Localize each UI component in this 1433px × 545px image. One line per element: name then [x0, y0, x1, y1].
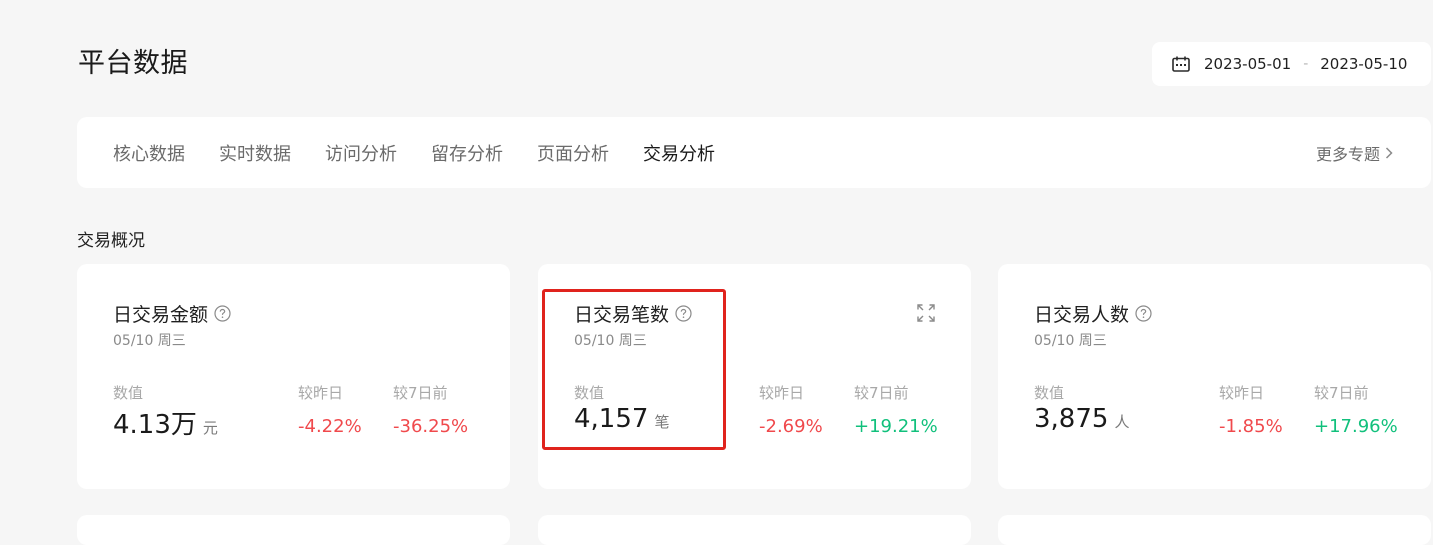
yesterday-change: -1.85% — [1219, 416, 1283, 437]
tab-page-analysis[interactable]: 页面分析 — [537, 140, 609, 166]
yesterday-change: -2.69% — [759, 416, 823, 437]
card-title: 日交易笔数 — [574, 300, 692, 327]
more-topics-label: 更多专题 — [1315, 144, 1380, 164]
card-title-text: 日交易人数 — [1034, 304, 1130, 326]
question-circle-icon[interactable] — [214, 305, 231, 322]
week-change: -36.25% — [393, 416, 469, 437]
week-label: 较7日前 — [854, 384, 909, 402]
metric-card-partial — [998, 515, 1431, 545]
metric-unit: 笔 — [654, 413, 670, 431]
card-title: 日交易金额 — [113, 300, 231, 327]
metric-number: 3,875 — [1034, 404, 1109, 434]
metric-number: 4,157 — [574, 404, 649, 434]
end-date[interactable]: 2023-05-10 — [1320, 55, 1407, 73]
section-title: 交易概况 — [77, 231, 145, 251]
value-label: 数值 — [1034, 384, 1065, 402]
tab-retention-analysis[interactable]: 留存分析 — [431, 140, 503, 166]
yesterday-label: 较昨日 — [759, 384, 805, 402]
date-separator: - — [1303, 56, 1309, 72]
more-topics-link[interactable]: 更多专题 — [1316, 117, 1393, 188]
chevron-right-icon — [1385, 146, 1393, 159]
metric-number: 4.13万 — [113, 410, 197, 440]
metric-card-partial — [538, 515, 971, 545]
value-label: 数值 — [574, 384, 605, 402]
yesterday-label: 较昨日 — [298, 384, 344, 402]
question-circle-icon[interactable] — [675, 305, 692, 322]
card-date: 05/10 周三 — [113, 333, 186, 349]
metric-unit: 元 — [202, 419, 218, 437]
page-title: 平台数据 — [78, 48, 188, 79]
tab-realtime-data[interactable]: 实时数据 — [219, 140, 291, 166]
metric-value: 4,157 笔 — [574, 404, 669, 434]
tab-visit-analysis[interactable]: 访问分析 — [325, 140, 397, 166]
calendar-icon — [1172, 56, 1190, 72]
week-label: 较7日前 — [1314, 384, 1369, 402]
question-circle-icon[interactable] — [1135, 305, 1152, 322]
metric-card-partial — [77, 515, 510, 545]
metric-card-daily-amount: 日交易金额 05/10 周三 数值 较昨日 较7日前 4.13万 元 -4.22… — [77, 264, 510, 489]
week-change: +17.96% — [1314, 416, 1398, 437]
week-label: 较7日前 — [393, 384, 448, 402]
value-label: 数值 — [113, 384, 144, 402]
tab-core-data[interactable]: 核心数据 — [113, 140, 185, 166]
tab-transaction-analysis[interactable]: 交易分析 — [643, 140, 715, 166]
card-title-text: 日交易金额 — [113, 304, 209, 326]
start-date[interactable]: 2023-05-01 — [1204, 55, 1291, 73]
metric-unit: 人 — [1114, 413, 1130, 431]
card-date: 05/10 周三 — [574, 333, 647, 349]
metric-value: 4.13万 元 — [113, 404, 218, 441]
metric-card-daily-count: 日交易笔数 05/10 周三 数值 较昨日 较7日前 4,157 笔 -2.69… — [538, 264, 971, 489]
metric-card-daily-users: 日交易人数 05/10 周三 数值 较昨日 较7日前 3,875 人 -1.85… — [998, 264, 1431, 489]
tabs-list: 核心数据 实时数据 访问分析 留存分析 页面分析 交易分析 — [113, 117, 749, 188]
metric-value: 3,875 人 — [1034, 404, 1129, 434]
card-date: 05/10 周三 — [1034, 333, 1107, 349]
card-title-text: 日交易笔数 — [574, 304, 670, 326]
date-range-picker[interactable]: 2023-05-01 - 2023-05-10 — [1152, 42, 1431, 86]
expand-icon[interactable] — [917, 304, 935, 322]
yesterday-label: 较昨日 — [1219, 384, 1265, 402]
tabs-bar: 核心数据 实时数据 访问分析 留存分析 页面分析 交易分析 更多专题 — [77, 117, 1431, 188]
card-title: 日交易人数 — [1034, 300, 1152, 327]
week-change: +19.21% — [854, 416, 938, 437]
yesterday-change: -4.22% — [298, 416, 362, 437]
